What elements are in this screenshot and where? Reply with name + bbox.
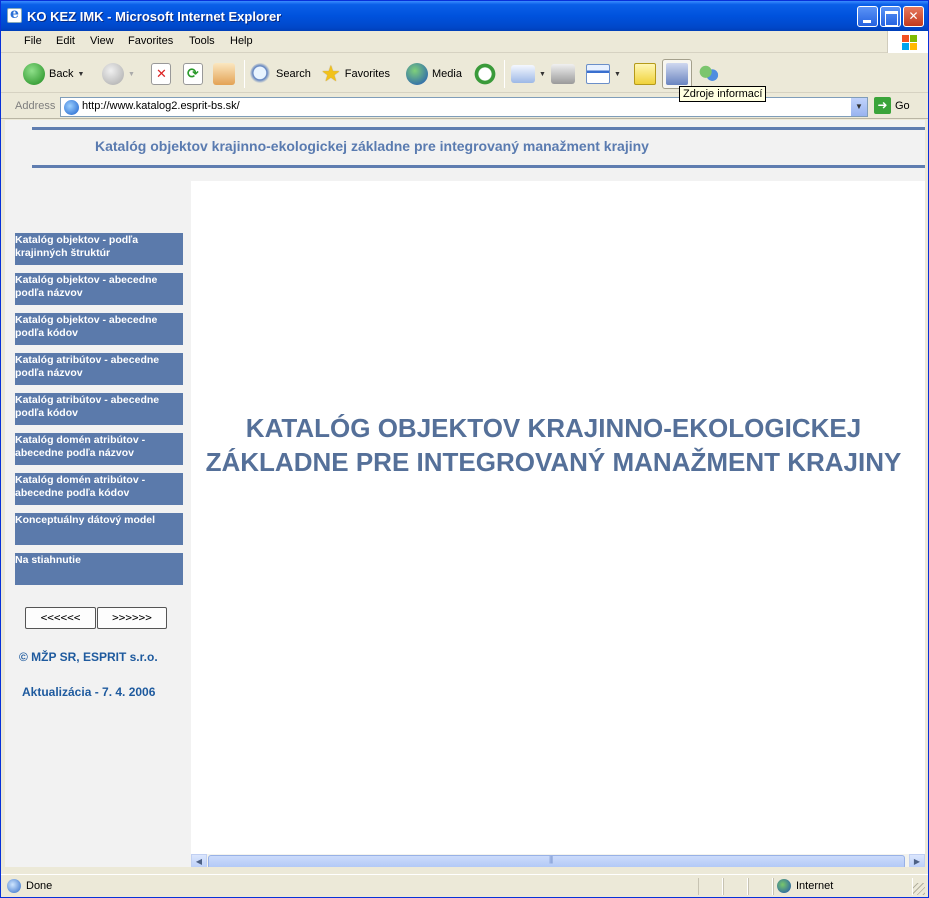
home-icon — [213, 63, 235, 85]
note-icon — [634, 63, 656, 85]
windows-logo-icon — [887, 31, 928, 53]
back-arrow-icon — [23, 63, 45, 85]
address-bar: Address ▼ ➜ Go — [1, 94, 928, 119]
print-icon — [551, 64, 575, 84]
status-text: Done — [26, 880, 53, 892]
nav-objects-by-name[interactable]: Katalóg objektov - abecedne podľa názvov — [15, 273, 183, 305]
edit-button[interactable]: ▼ — [586, 62, 621, 86]
horizontal-scrollbar[interactable]: ◀ ▶ — [191, 854, 925, 867]
forward-arrow-icon — [102, 63, 124, 85]
favorites-star-icon: ★ — [321, 61, 341, 86]
refresh-button[interactable]: ⟳ — [183, 62, 203, 86]
media-icon — [406, 63, 428, 85]
history-button[interactable] — [474, 62, 496, 86]
menu-file[interactable]: File — [24, 35, 42, 47]
window-title: KO KEZ IMK - Microsoft Internet Explorer — [27, 9, 282, 24]
menu-tools[interactable]: Tools — [189, 35, 215, 47]
scroll-thumb[interactable] — [208, 855, 905, 867]
ie-icon — [7, 6, 22, 23]
zone-text: Internet — [796, 880, 834, 892]
stop-icon: ✕ — [151, 63, 171, 85]
scroll-left-icon[interactable]: ◀ — [191, 854, 207, 867]
status-panel — [748, 878, 773, 895]
menu-edit[interactable]: Edit — [56, 35, 75, 47]
header-divider — [32, 127, 925, 130]
go-label: Go — [895, 99, 910, 112]
maximize-button[interactable] — [880, 6, 901, 27]
media-label: Media — [432, 68, 462, 80]
toolbar: Back ▼ ▼ ✕ ⟳ Search ★ Favorites Media ▼ … — [1, 54, 928, 93]
internet-zone-icon — [777, 879, 791, 893]
scroll-right-icon[interactable]: ▶ — [909, 854, 925, 867]
search-label: Search — [276, 68, 311, 80]
status-panel — [723, 878, 748, 895]
go-button[interactable]: ➜ Go — [874, 97, 910, 114]
menu-help[interactable]: Help — [230, 35, 253, 47]
messenger-icon — [698, 63, 720, 85]
next-button[interactable]: >>>>>> — [97, 607, 167, 629]
nav-attributes-by-name[interactable]: Katalóg atribútov - abecedne podľa názvo… — [15, 353, 183, 385]
research-button[interactable] — [662, 59, 692, 89]
update-date: Aktualizácia - 7. 4. 2006 — [22, 685, 156, 699]
edit-page-icon — [586, 64, 610, 84]
nav-data-model[interactable]: Konceptuálny dátový model — [15, 513, 183, 545]
minimize-button[interactable] — [857, 6, 878, 27]
page-viewport: Katalóg objektov krajinno-ekologickej zá… — [5, 120, 925, 867]
forward-button[interactable]: ▼ — [102, 62, 135, 86]
toolbar-tooltip: Zdroje informací — [679, 86, 767, 102]
research-icon — [666, 63, 688, 85]
nav-domains-by-name[interactable]: Katalóg domén atribútov - abecedne podľa… — [15, 433, 183, 465]
favorites-button[interactable]: ★ Favorites — [321, 62, 390, 86]
nav-domains-by-code[interactable]: Katalóg domén atribútov - abecedne podľa… — [15, 473, 183, 505]
menu-favorites[interactable]: Favorites — [128, 35, 173, 47]
media-button[interactable]: Media — [406, 62, 462, 86]
back-button[interactable]: Back ▼ — [23, 62, 84, 86]
browser-window: KO KEZ IMK - Microsoft Internet Explorer… — [0, 0, 929, 898]
refresh-icon: ⟳ — [183, 63, 203, 85]
header-divider — [32, 165, 925, 168]
home-button[interactable] — [213, 62, 235, 86]
stop-button[interactable]: ✕ — [151, 62, 171, 86]
menu-bar: File Edit View Favorites Tools Help — [1, 31, 928, 53]
back-dropdown-icon[interactable]: ▼ — [77, 71, 84, 78]
main-frame: KATALÓG OBJEKTOV KRAJINNO-EKOLOGICKEJ ZÁ… — [191, 181, 925, 854]
copyright-text: © MŽP SR, ESPRIT s.r.o. — [19, 650, 158, 664]
history-icon — [474, 63, 496, 85]
favorites-label: Favorites — [344, 68, 390, 80]
mail-button[interactable]: ▼ — [511, 62, 546, 86]
mail-dropdown-icon[interactable]: ▼ — [539, 71, 546, 78]
toolbar-separator — [504, 60, 505, 88]
search-button[interactable]: Search — [250, 62, 311, 86]
nav-downloads[interactable]: Na stiahnutie — [15, 553, 183, 585]
resize-grip-icon[interactable] — [913, 883, 925, 895]
discuss-button[interactable] — [634, 62, 656, 86]
edit-dropdown-icon[interactable]: ▼ — [614, 71, 621, 78]
messenger-button[interactable] — [698, 62, 720, 86]
prev-button[interactable]: <<<<<< — [25, 607, 96, 629]
status-zone-panel — [773, 878, 913, 895]
back-label: Back — [49, 68, 74, 80]
page-header-title: Katalóg objektov krajinno-ekologickej zá… — [95, 138, 649, 154]
toolbar-separator — [244, 60, 245, 88]
menu-view[interactable]: View — [90, 35, 114, 47]
close-button[interactable]: ✕ — [903, 6, 924, 27]
search-icon — [250, 63, 272, 85]
mail-icon — [511, 65, 535, 83]
address-dropdown-icon[interactable]: ▼ — [850, 98, 867, 116]
nav-attributes-by-code[interactable]: Katalóg atribútov - abecedne podľa kódov — [15, 393, 183, 425]
address-label: Address — [15, 100, 56, 112]
main-title: KATALÓG OBJEKTOV KRAJINNO-EKOLOGICKEJ ZÁ… — [205, 413, 902, 477]
title-bar[interactable]: KO KEZ IMK - Microsoft Internet Explorer… — [1, 1, 928, 31]
page-icon — [64, 100, 79, 115]
status-bar: Done Internet — [1, 874, 928, 897]
nav-objects-by-structure[interactable]: Katalóg objektov - podľa krajinných štru… — [15, 233, 183, 265]
go-arrow-icon: ➜ — [874, 97, 891, 114]
nav-objects-by-code[interactable]: Katalóg objektov - abecedne podľa kódov — [15, 313, 183, 345]
forward-dropdown-icon[interactable]: ▼ — [128, 71, 135, 78]
print-button[interactable] — [551, 62, 575, 86]
status-panel — [698, 878, 723, 895]
page-done-icon — [7, 879, 21, 893]
